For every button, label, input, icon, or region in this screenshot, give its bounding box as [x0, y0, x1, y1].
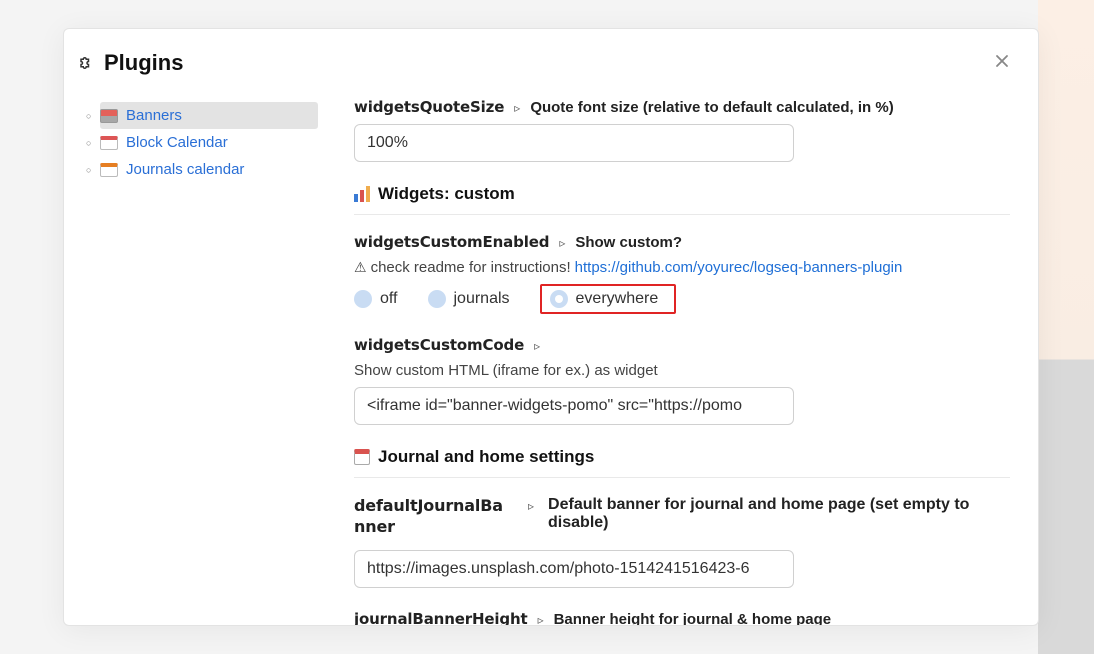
caret-icon: ▹: [528, 496, 534, 513]
setting-key: widgetsCustomCode: [354, 336, 524, 354]
modal-title: Plugins: [78, 50, 183, 76]
setting-desc: Banner height for journal & home page: [554, 611, 832, 625]
radio-option-journals[interactable]: journals: [428, 284, 520, 314]
section-heading-text: Widgets: custom: [378, 184, 515, 204]
setting-key: widgetsQuoteSize: [354, 98, 504, 116]
setting-quote-size: widgetsQuoteSize ▹ Quote font size (rela…: [354, 98, 1010, 162]
default-journal-banner-input[interactable]: [354, 550, 794, 588]
radio-icon: [550, 290, 568, 308]
puzzle-icon: [78, 54, 96, 72]
modal-header: Plugins: [64, 29, 1038, 88]
plugins-settings-modal: Plugins Banners Block Calendar Jour: [63, 28, 1039, 626]
radio-option-everywhere[interactable]: everywhere: [540, 284, 677, 314]
radio-label: everywhere: [576, 290, 659, 308]
sidebar-item-journals-calendar[interactable]: Journals calendar: [100, 156, 318, 183]
help-text: check readme for instructions!: [371, 259, 571, 276]
setting-label-row: journalBannerHeight ▹ Banner height for …: [354, 610, 1010, 625]
caret-icon: ▹: [534, 339, 540, 353]
sidebar-item-label: Block Calendar: [126, 134, 228, 151]
radio-label: off: [380, 290, 398, 308]
close-button[interactable]: [988, 47, 1016, 78]
setting-help: Show custom HTML (iframe for ex.) as wid…: [354, 362, 1010, 379]
caret-icon: ▹: [538, 613, 544, 625]
backdrop: [1038, 0, 1094, 654]
setting-desc: Quote font size (relative to default cal…: [530, 99, 893, 116]
radio-icon: [354, 290, 372, 308]
setting-help: ⚠ check readme for instructions! https:/…: [354, 259, 1010, 276]
quote-size-input[interactable]: [354, 124, 794, 162]
radio-label: journals: [454, 290, 510, 308]
settings-content[interactable]: widgetsQuoteSize ▹ Quote font size (rela…: [326, 88, 1038, 625]
setting-key: journalBannerHeight: [354, 610, 528, 625]
sidebar-item-label: Banners: [126, 107, 182, 124]
custom-code-input[interactable]: [354, 387, 794, 425]
modal-title-text: Plugins: [104, 50, 183, 76]
bar-chart-icon: [354, 186, 370, 202]
sidebar-item-banners[interactable]: Banners: [100, 102, 318, 129]
sidebar-list: Banners Block Calendar Journals calendar: [86, 102, 318, 183]
section-heading-widgets-custom: Widgets: custom: [354, 184, 1010, 215]
setting-label-row: defaultJournalBanner ▹ Default banner fo…: [354, 496, 1010, 538]
calendar-icon: [354, 449, 370, 465]
setting-label-row: widgetsCustomCode ▹: [354, 336, 1010, 354]
sidebar-item-label: Journals calendar: [126, 161, 244, 178]
plugin-sidebar: Banners Block Calendar Journals calendar: [64, 88, 326, 625]
caret-icon: ▹: [559, 236, 565, 250]
close-icon: [992, 51, 1012, 71]
sidebar-item-block-calendar[interactable]: Block Calendar: [100, 129, 318, 156]
help-text: Show custom HTML (iframe for ex.) as wid…: [354, 362, 658, 379]
setting-label-row: widgetsQuoteSize ▹ Quote font size (rela…: [354, 98, 1010, 116]
setting-desc: Show custom?: [575, 234, 682, 251]
caret-icon: ▹: [514, 101, 520, 115]
warning-icon: ⚠: [354, 259, 367, 276]
setting-desc: Default banner for journal and home page…: [548, 496, 1010, 532]
setting-custom-code: widgetsCustomCode ▹ Show custom HTML (if…: [354, 336, 1010, 425]
calendar-icon: [100, 163, 118, 177]
setting-custom-enabled: widgetsCustomEnabled ▹ Show custom? ⚠ ch…: [354, 233, 1010, 314]
banners-icon: [100, 109, 118, 123]
setting-default-journal-banner: defaultJournalBanner ▹ Default banner fo…: [354, 496, 1010, 588]
radio-group-custom-enabled: off journals everywhere: [354, 284, 1010, 314]
setting-journal-banner-height: journalBannerHeight ▹ Banner height for …: [354, 610, 1010, 625]
setting-label-row: widgetsCustomEnabled ▹ Show custom?: [354, 233, 1010, 251]
setting-key: defaultJournalBanner: [354, 496, 514, 538]
setting-key: widgetsCustomEnabled: [354, 233, 549, 251]
radio-icon: [428, 290, 446, 308]
radio-option-off[interactable]: off: [354, 284, 408, 314]
modal-body: Banners Block Calendar Journals calendar…: [64, 88, 1038, 625]
section-heading-journal: Journal and home settings: [354, 447, 1010, 478]
calendar-icon: [100, 136, 118, 150]
readme-link[interactable]: https://github.com/yoyurec/logseq-banner…: [575, 259, 903, 276]
section-heading-text: Journal and home settings: [378, 447, 594, 467]
